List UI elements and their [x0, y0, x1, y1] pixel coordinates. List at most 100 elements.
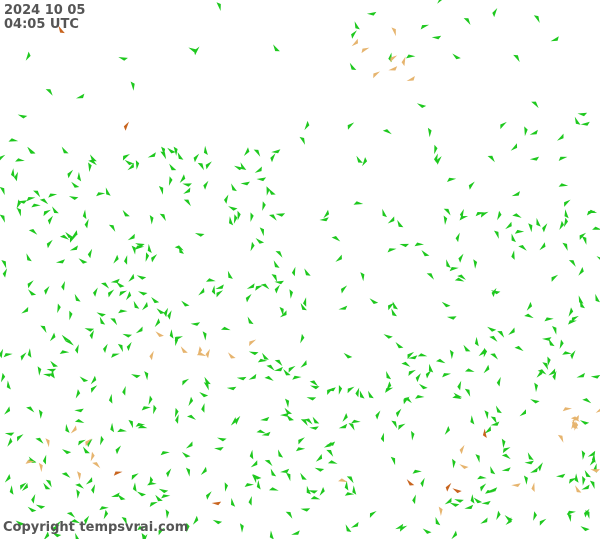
- calm-wind-arrow: [17, 434, 24, 442]
- calm-wind-arrow: [391, 308, 397, 317]
- calm-wind-arrow: [586, 210, 596, 216]
- calm-wind-arrow: [48, 193, 58, 198]
- calm-wind-arrow: [558, 156, 568, 161]
- calm-wind-arrow: [4, 432, 15, 436]
- calm-wind-arrow: [113, 254, 119, 264]
- calm-wind-arrow: [304, 268, 311, 276]
- calm-wind-arrow: [52, 206, 59, 214]
- calm-wind-arrow: [197, 162, 204, 171]
- calm-wind-arrow: [260, 416, 270, 421]
- calm-wind-arrow: [132, 482, 137, 492]
- moderate-wind-arrow: [227, 352, 236, 359]
- calm-wind-arrow: [147, 243, 152, 253]
- calm-wind-arrow: [0, 186, 5, 196]
- calm-wind-arrow: [446, 259, 451, 268]
- calm-wind-arrow: [582, 476, 586, 486]
- calm-wind-arrow: [567, 513, 572, 522]
- calm-wind-arrow: [61, 146, 69, 154]
- calm-wind-arrow: [27, 280, 34, 289]
- calm-wind-arrow: [556, 473, 566, 478]
- calm-wind-arrow: [264, 459, 273, 467]
- calm-wind-arrow: [314, 467, 325, 472]
- calm-wind-arrow: [513, 54, 520, 63]
- calm-wind-arrow: [193, 153, 200, 163]
- calm-wind-arrow: [226, 386, 237, 391]
- calm-wind-arrow: [50, 360, 58, 367]
- calm-wind-arrow: [274, 284, 280, 294]
- calm-wind-arrow: [386, 371, 392, 380]
- calm-wind-arrow: [342, 413, 348, 422]
- calm-wind-arrow: [449, 502, 460, 507]
- calm-wind-arrow: [0, 372, 6, 383]
- calm-wind-arrow: [398, 423, 406, 430]
- calm-wind-arrow: [426, 273, 434, 280]
- calm-wind-arrow: [350, 521, 359, 528]
- calm-wind-arrow: [454, 499, 464, 503]
- calm-wind-arrow: [122, 154, 130, 161]
- calm-wind-arrow: [47, 215, 53, 225]
- calm-wind-arrow: [496, 376, 501, 387]
- calm-wind-arrow: [437, 0, 443, 4]
- calm-wind-arrow: [135, 160, 140, 170]
- calm-wind-arrow: [579, 420, 590, 425]
- calm-wind-arrow: [463, 18, 471, 25]
- calm-wind-arrow: [269, 530, 274, 539]
- calm-wind-arrow: [7, 437, 13, 447]
- calm-wind-arrow: [390, 456, 396, 466]
- calm-wind-arrow: [167, 310, 172, 320]
- calm-wind-arrow: [216, 2, 221, 11]
- calm-wind-arrow: [444, 497, 452, 505]
- calm-wind-arrow: [501, 467, 511, 472]
- calm-wind-arrow: [269, 487, 279, 491]
- calm-wind-arrow: [383, 334, 393, 339]
- calm-wind-arrow: [508, 327, 515, 335]
- calm-wind-arrow: [133, 300, 140, 309]
- calm-wind-arrow: [412, 494, 416, 505]
- calm-wind-arrow: [562, 351, 572, 355]
- calm-wind-arrow: [341, 285, 348, 294]
- calm-wind-arrow: [346, 476, 354, 484]
- calm-wind-arrow: [451, 530, 458, 539]
- calm-wind-arrow: [266, 364, 275, 371]
- calm-wind-arrow: [562, 242, 568, 251]
- calm-wind-arrow: [165, 509, 170, 519]
- moderate-wind-arrow: [459, 464, 469, 469]
- moderate-wind-arrow: [531, 482, 535, 492]
- wind-arrow-field: [0, 0, 600, 539]
- moderate-wind-arrow: [388, 66, 398, 71]
- calm-wind-arrow: [82, 209, 87, 220]
- calm-wind-arrow: [590, 374, 600, 379]
- calm-wind-arrow: [248, 373, 257, 380]
- calm-wind-arrow: [536, 217, 541, 227]
- calm-wind-arrow: [519, 409, 526, 417]
- calm-wind-arrow: [115, 445, 121, 455]
- calm-wind-arrow: [470, 494, 475, 504]
- calm-wind-arrow: [99, 506, 109, 511]
- calm-wind-arrow: [206, 278, 216, 282]
- calm-wind-arrow: [382, 129, 392, 135]
- calm-wind-arrow: [427, 127, 432, 138]
- calm-wind-arrow: [529, 156, 540, 161]
- moderate-wind-arrow: [70, 425, 77, 434]
- calm-wind-arrow: [236, 376, 247, 381]
- calm-wind-arrow: [214, 447, 224, 451]
- calm-wind-arrow: [505, 221, 512, 230]
- calm-wind-arrow: [55, 259, 65, 264]
- calm-wind-arrow: [27, 146, 35, 154]
- calm-wind-arrow: [122, 386, 126, 396]
- calm-wind-arrow: [42, 454, 47, 465]
- calm-wind-arrow: [65, 423, 70, 433]
- calm-wind-arrow: [304, 120, 310, 131]
- calm-wind-arrow: [347, 122, 355, 130]
- moderate-wind-arrow: [77, 471, 81, 481]
- calm-wind-arrow: [31, 203, 41, 208]
- calm-wind-arrow: [126, 291, 132, 301]
- copyright-text: Copyright tempsvrai.com: [3, 520, 189, 535]
- calm-wind-arrow: [428, 363, 434, 373]
- calm-wind-arrow: [183, 187, 191, 194]
- calm-wind-arrow: [90, 385, 98, 393]
- calm-wind-arrow: [182, 378, 190, 386]
- calm-wind-arrow: [229, 216, 234, 226]
- calm-wind-arrow: [28, 229, 38, 235]
- calm-wind-arrow: [182, 183, 192, 187]
